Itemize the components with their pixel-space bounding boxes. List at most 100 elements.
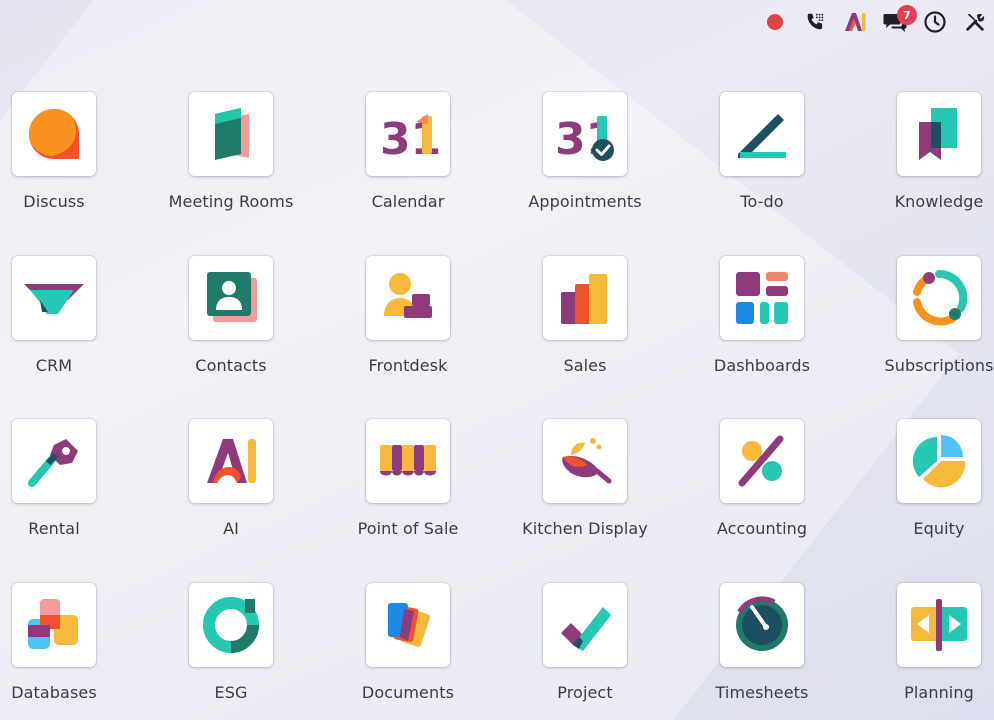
app-documents[interactable]: Documents — [323, 583, 493, 702]
app-label: Subscriptions — [884, 356, 994, 375]
app-calendar[interactable]: 31 Calendar — [323, 92, 493, 211]
app-label: Sales — [563, 356, 607, 375]
app-tile — [366, 419, 450, 503]
notification-badge: 7 — [897, 5, 917, 25]
activity-clock-icon — [924, 11, 946, 33]
frontdesk-icon — [384, 273, 432, 318]
app-label: Rental — [28, 519, 80, 538]
contacts-icon — [207, 272, 257, 322]
app-dashboards[interactable]: Dashboards — [677, 256, 847, 375]
app-tile — [897, 419, 981, 503]
app-tile — [897, 256, 981, 340]
phone-button[interactable] — [802, 9, 828, 35]
kitchen-display-icon — [562, 438, 612, 484]
app-tile — [543, 419, 627, 503]
app-label: Calendar — [371, 192, 445, 211]
crm-icon — [24, 284, 84, 314]
esg-icon — [203, 597, 259, 653]
app-label: Project — [557, 683, 613, 702]
app-equity[interactable]: Equity — [854, 419, 994, 538]
app-tile — [543, 256, 627, 340]
subscriptions-icon — [913, 269, 968, 326]
app-to-do[interactable]: To-do — [677, 92, 847, 211]
app-label: Meeting Rooms — [168, 192, 294, 211]
app-esg[interactable]: ESG — [146, 583, 316, 702]
point-of-sale-icon — [380, 445, 436, 476]
app-subscriptions[interactable]: Subscriptions — [854, 256, 994, 375]
app-tile — [720, 256, 804, 340]
app-label: Knowledge — [894, 192, 984, 211]
rental-icon — [28, 439, 78, 487]
phone-icon — [807, 13, 824, 30]
app-ai[interactable]: AI — [146, 419, 316, 538]
app-tile — [12, 583, 96, 667]
app-tile — [720, 583, 804, 667]
app-rental[interactable]: Rental — [0, 419, 139, 538]
app-label: CRM — [35, 356, 73, 375]
app-contacts[interactable]: Contacts — [146, 256, 316, 375]
equity-icon — [912, 435, 966, 488]
app-tile — [12, 256, 96, 340]
app-timesheets[interactable]: Timesheets — [677, 583, 847, 702]
settings-button[interactable] — [962, 9, 988, 35]
app-crm[interactable]: CRM — [0, 256, 139, 375]
to-do-icon — [738, 114, 786, 158]
app-tile — [720, 92, 804, 176]
documents-icon — [388, 603, 430, 647]
meeting-rooms-icon — [215, 108, 249, 160]
appointments-icon: 31 — [555, 114, 616, 164]
app-sales[interactable]: Sales — [500, 256, 670, 375]
systray: 7 — [762, 5, 988, 36]
app-label: Databases — [11, 683, 97, 702]
app-tile — [720, 419, 804, 503]
app-appointments[interactable]: 31 Appointments — [500, 92, 670, 211]
app-planning[interactable]: Planning — [854, 583, 994, 702]
app-label: ESG — [214, 683, 248, 702]
app-tile — [897, 583, 981, 667]
app-label: Documents — [361, 683, 455, 702]
app-label: Dashboards — [713, 356, 811, 375]
app-tile: 31 — [543, 92, 627, 176]
discuss-icon — [29, 109, 79, 159]
sales-icon — [561, 274, 607, 324]
project-icon — [561, 607, 611, 651]
messages-button[interactable]: 7 — [882, 5, 917, 35]
app-knowledge[interactable]: Knowledge — [854, 92, 994, 211]
app-meeting-rooms[interactable]: Meeting Rooms — [146, 92, 316, 211]
app-frontdesk[interactable]: Frontdesk — [323, 256, 493, 375]
timesheets-icon — [733, 596, 791, 654]
settings-tools-icon — [966, 13, 985, 31]
ai-app-icon — [207, 439, 256, 483]
app-label: To-do — [740, 192, 784, 211]
app-tile — [543, 583, 627, 667]
app-label: Kitchen Display — [522, 519, 648, 538]
app-tile — [897, 92, 981, 176]
accounting-icon — [738, 435, 784, 487]
app-tile — [189, 583, 273, 667]
app-tile — [12, 92, 96, 176]
ai-icon — [845, 13, 866, 31]
app-label: AI — [223, 519, 239, 538]
recording-indicator[interactable] — [762, 9, 788, 35]
recording-indicator-icon — [767, 14, 783, 30]
app-label: Planning — [904, 683, 974, 702]
app-tile: 31 — [366, 92, 450, 176]
ai-button[interactable] — [842, 9, 868, 35]
app-label: Equity — [913, 519, 965, 538]
calendar-icon: 31 — [380, 114, 440, 164]
planning-icon — [911, 599, 967, 651]
app-label: Timesheets — [715, 683, 809, 702]
activity-button[interactable] — [922, 9, 948, 35]
app-databases[interactable]: Databases — [0, 583, 139, 702]
knowledge-icon — [919, 108, 957, 160]
app-accounting[interactable]: Accounting — [677, 419, 847, 538]
app-project[interactable]: Project — [500, 583, 670, 702]
app-tile — [189, 92, 273, 176]
app-kitchen-display[interactable]: Kitchen Display — [500, 419, 670, 538]
app-point-of-sale[interactable]: Point of Sale — [323, 419, 493, 538]
app-discuss[interactable]: Discuss — [0, 92, 139, 211]
app-tile — [189, 256, 273, 340]
app-tile — [189, 419, 273, 503]
app-tile — [366, 583, 450, 667]
app-label: Point of Sale — [357, 519, 459, 538]
